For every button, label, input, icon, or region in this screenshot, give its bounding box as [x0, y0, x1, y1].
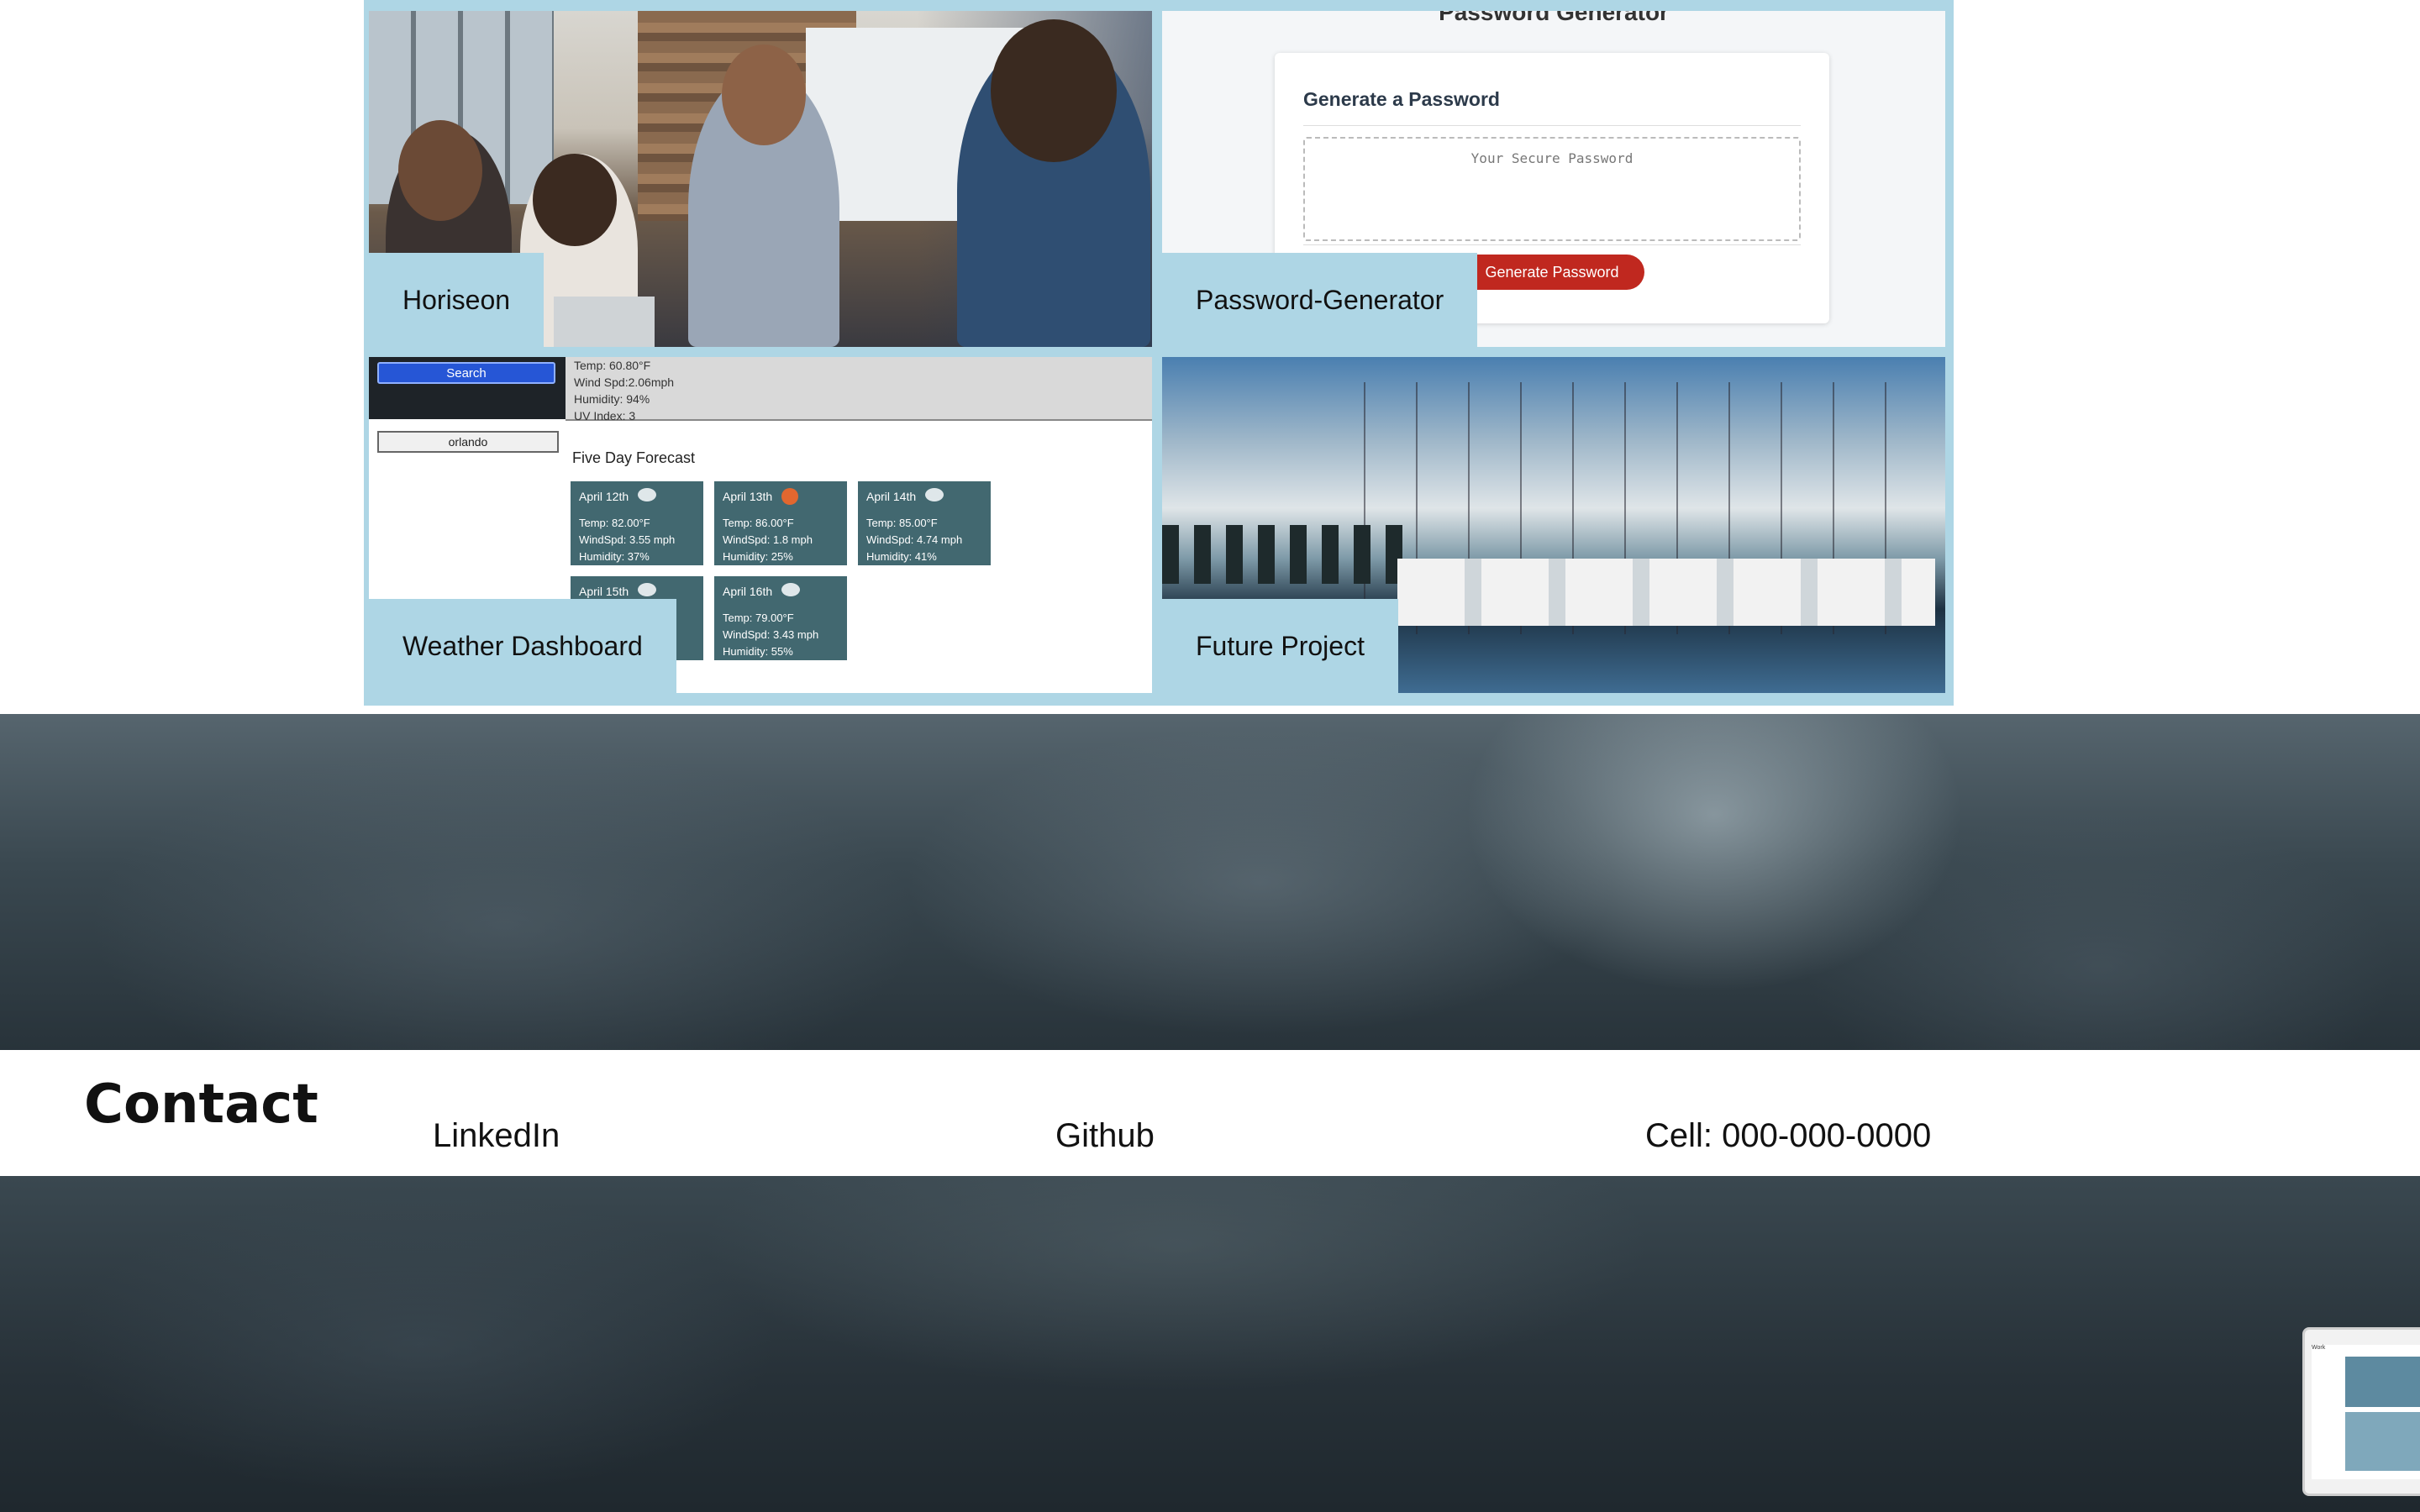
- forecast-card: April 13th Temp: 86.00°F WindSpd: 1.8 mp…: [714, 481, 847, 565]
- current-weather: Temp: 60.80°F Wind Spd:2.06mph Humidity:…: [566, 357, 1152, 423]
- project-label[interactable]: Weather Dashboard: [369, 599, 676, 693]
- thumbnail-title: Work: [2312, 1345, 2420, 1355]
- search-button: Search: [377, 362, 555, 384]
- app-title: Password Generator: [1439, 11, 1669, 25]
- storm-clouds-background-bottom: [0, 1176, 2420, 1512]
- contact-heading: Contact: [84, 1074, 318, 1136]
- project-card-password-generator[interactable]: Password Generator Generate a Password Y…: [1162, 11, 1945, 347]
- city-history-item: orlando: [377, 431, 559, 453]
- forecast-heading: Five Day Forecast: [572, 449, 696, 466]
- cloud-icon: [638, 583, 656, 596]
- storm-clouds-background: [0, 714, 2420, 1050]
- project-card-horiseon[interactable]: Horiseon: [369, 11, 1152, 347]
- work-section: Horiseon Password Generator Generate a P…: [0, 0, 2420, 714]
- page-preview-thumbnail[interactable]: Work: [2302, 1327, 2420, 1496]
- forecast-card: April 16th Temp: 79.00°F WindSpd: 3.43 m…: [714, 576, 847, 660]
- forecast-card: April 12th Temp: 82.00°F WindSpd: 3.55 m…: [571, 481, 703, 565]
- generate-password-button: Generate Password: [1460, 255, 1644, 290]
- project-label[interactable]: Password-Generator: [1162, 253, 1478, 347]
- project-card-weather-dashboard[interactable]: Search Temp: 60.80°F Wind Spd:2.06mph Hu…: [369, 357, 1152, 693]
- github-link[interactable]: Github: [1055, 1119, 1155, 1152]
- cloud-icon: [925, 488, 944, 501]
- password-output: Your Secure Password: [1303, 137, 1801, 241]
- project-label[interactable]: Future Project: [1162, 599, 1398, 693]
- cloud-icon: [781, 583, 800, 596]
- project-label[interactable]: Horiseon: [369, 253, 544, 347]
- linkedin-link[interactable]: LinkedIn: [433, 1119, 560, 1152]
- card-heading: Generate a Password: [1303, 88, 1500, 110]
- project-card-future-project[interactable]: Future Project: [1162, 357, 1945, 693]
- cloud-icon: [638, 488, 656, 501]
- contact-section: Contact LinkedIn Github Cell: 000-000-00…: [0, 1050, 2420, 1176]
- forecast-card: April 14th Temp: 85.00°F WindSpd: 4.74 m…: [858, 481, 991, 565]
- phone-link[interactable]: Cell: 000-000-0000: [1645, 1119, 1931, 1152]
- sun-icon: [781, 488, 798, 505]
- project-grid: Horiseon Password Generator Generate a P…: [364, 0, 1954, 706]
